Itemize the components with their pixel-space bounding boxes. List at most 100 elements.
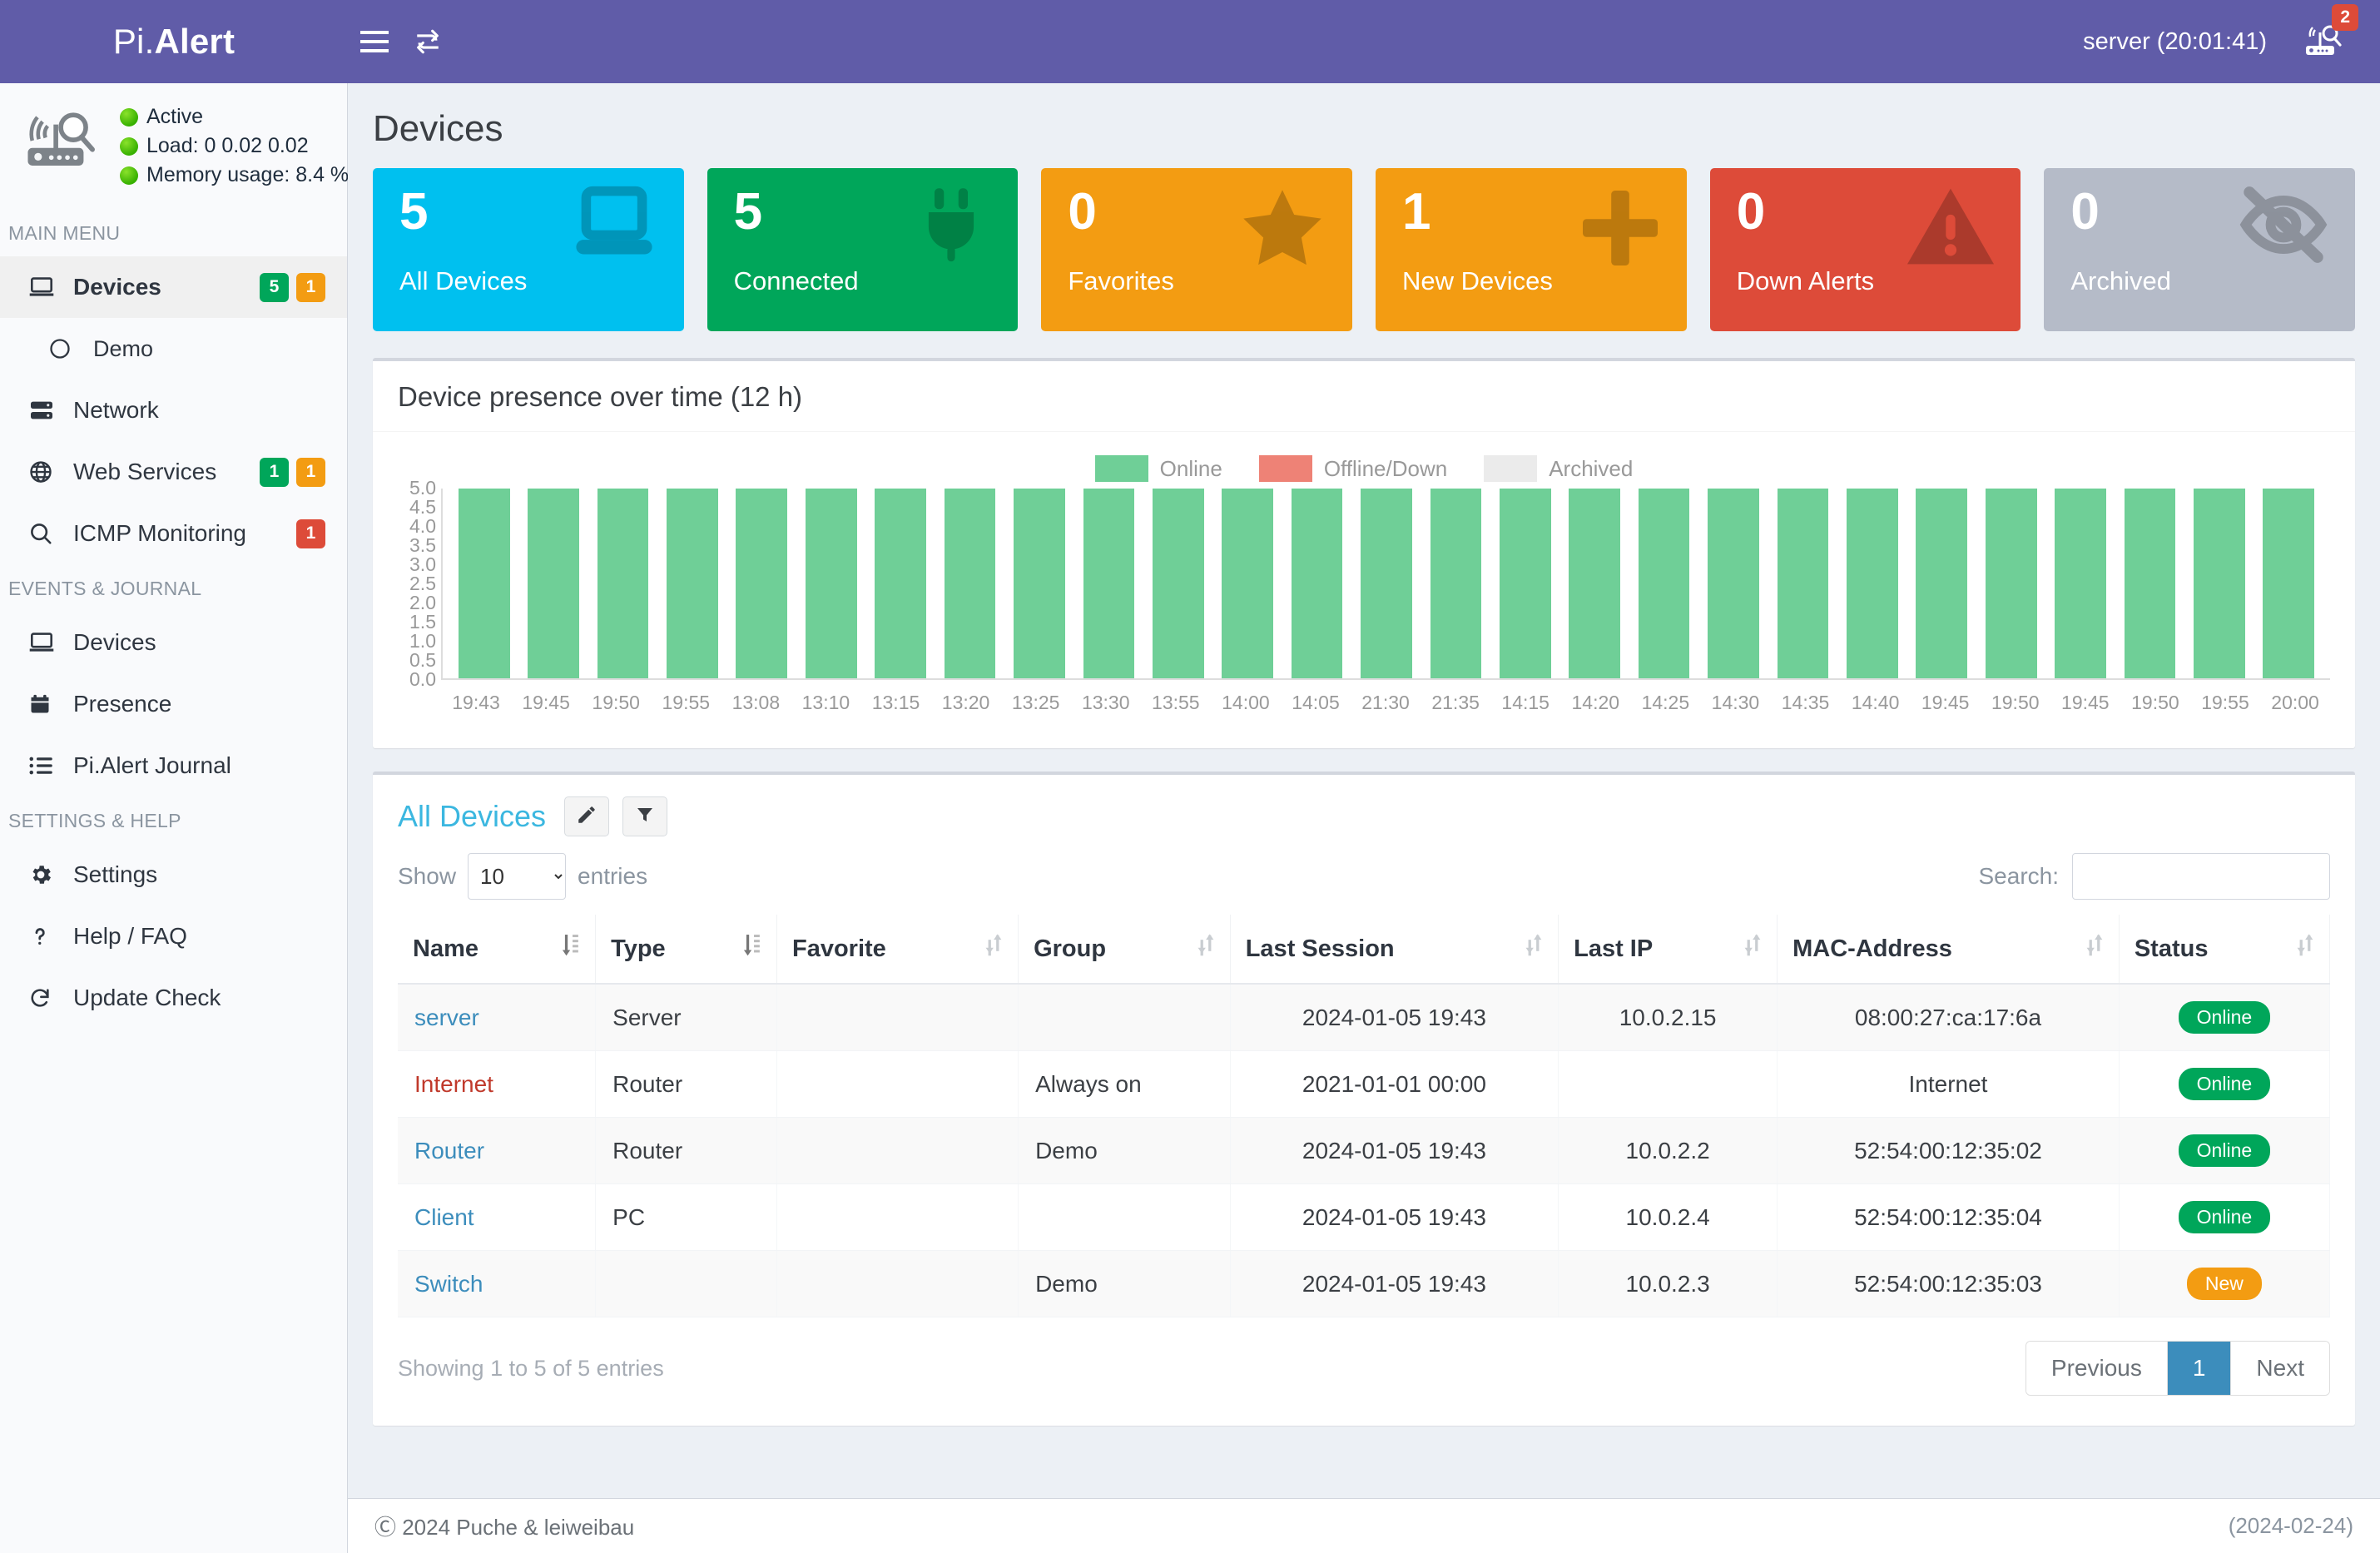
bar-column[interactable] [2045, 489, 2115, 678]
bar-column[interactable] [865, 489, 935, 678]
column-header-last-session[interactable]: Last Session [1230, 915, 1559, 985]
sidebar-item-devices[interactable]: Devices [0, 612, 347, 673]
bar-column[interactable] [1768, 489, 1837, 678]
bar-column[interactable] [588, 489, 657, 678]
column-header-name[interactable]: Name [398, 915, 597, 985]
bar-column[interactable] [796, 489, 865, 678]
sidebar-item-icmp-monitoring[interactable]: ICMP Monitoring 1 [0, 503, 347, 564]
bar-column[interactable] [1282, 489, 1351, 678]
table-row[interactable]: server Server 2024-01-05 19:43 10.0.2.15 08:… [398, 984, 2331, 1051]
stat-card-number: 0 [1736, 183, 1766, 241]
sidebar-item-settings[interactable]: Settings [0, 844, 347, 906]
column-header-last-ip[interactable]: Last IP [1558, 915, 1778, 985]
filter-button[interactable] [622, 796, 668, 836]
bar-column[interactable] [1351, 489, 1421, 678]
cell-mac-address: 52:54:00:12:35:04 [1777, 1183, 2120, 1251]
stat-card-connected[interactable]: 5 Connected [707, 168, 1019, 331]
router-scan-icon [2298, 25, 2343, 61]
bar-column[interactable] [1560, 489, 1629, 678]
device-link[interactable]: Switch [414, 1271, 483, 1297]
bar-column[interactable] [518, 489, 588, 678]
stat-card-label: All Devices [399, 266, 528, 295]
bar-column[interactable] [1004, 489, 1073, 678]
sidebar-item-badges: 11 [260, 457, 347, 487]
pagination-next[interactable]: Next [2231, 1342, 2329, 1395]
notifications-button[interactable]: 2 [2298, 3, 2380, 62]
column-header-status[interactable]: Status [2119, 915, 2331, 985]
x-tick-label: 19:45 [1921, 692, 1970, 713]
legend-item-online[interactable]: Online [1094, 455, 1222, 482]
cell-last-ip: 10.0.2.15 [1558, 984, 1778, 1051]
table-row[interactable]: Switch Demo 2024-01-05 19:43 10.0.2.3 52:54:… [398, 1250, 2331, 1317]
bar-column[interactable] [1421, 489, 1490, 678]
bar-column[interactable] [1629, 489, 1698, 678]
column-header-group[interactable]: Group [1018, 915, 1231, 985]
bar-online [1222, 489, 1274, 678]
sidebar-item-label: Update Check [73, 985, 221, 1010]
column-header-favorite[interactable]: Favorite [776, 915, 1019, 985]
bar-column[interactable] [1837, 489, 1906, 678]
column-header-label: Type [611, 935, 666, 962]
sidebar-item-network[interactable]: Network [0, 380, 347, 441]
stat-card-new-devices[interactable]: 1 New Devices [1376, 168, 1687, 331]
bar-column[interactable] [727, 489, 796, 678]
table-row[interactable]: Client PC 2024-01-05 19:43 10.0.2.4 52:54:00… [398, 1183, 2331, 1251]
legend-swatch [1484, 455, 1538, 482]
column-header-type[interactable]: Type [595, 915, 777, 985]
device-link[interactable]: server [414, 1005, 479, 1030]
stat-card-down-alerts[interactable]: 0 Down Alerts [1709, 168, 2021, 331]
column-header-mac-address[interactable]: MAC-Address [1777, 915, 2120, 985]
bar-column[interactable] [1074, 489, 1143, 678]
page-size-select[interactable]: 102550100 [468, 853, 567, 900]
cell-group: Demo [1018, 1250, 1231, 1317]
pagination-previous[interactable]: Previous [2025, 1342, 2168, 1395]
refresh-button[interactable] [401, 0, 454, 83]
legend-item-offline-down[interactable]: Offline/Down [1258, 455, 1447, 482]
sidebar-item-presence[interactable]: Presence [0, 673, 347, 735]
devices-table-head: Name Type Favorite Group Last Session Last IP… [398, 915, 2331, 985]
x-tick-label: 19:43 [452, 692, 500, 713]
bar-column[interactable] [2184, 489, 2254, 678]
sidebar-item-web-services[interactable]: Web Services 1 1 [0, 441, 347, 503]
column-header-label: Name [413, 935, 478, 962]
search-input[interactable] [2072, 853, 2330, 900]
bar-column[interactable] [1698, 489, 1768, 678]
bar-column[interactable] [1976, 489, 2045, 678]
bar-column[interactable] [2254, 489, 2323, 678]
stat-card-label: Favorites [1068, 266, 1174, 295]
table-row[interactable]: Internet Router Always on 2021-01-01 00:00 I… [398, 1050, 2331, 1118]
device-link[interactable]: Router [414, 1138, 484, 1164]
bar-column[interactable] [1907, 489, 1976, 678]
stat-card-archived[interactable]: 0 Archived [2044, 168, 2356, 331]
laptop-icon [28, 632, 73, 653]
y-tick-label: 4.0 [409, 515, 436, 538]
bar-column[interactable] [449, 489, 518, 678]
bar-column[interactable] [1143, 489, 1212, 678]
sidebar-item-help-faq[interactable]: Help / FAQ [0, 906, 347, 967]
bar-column[interactable] [1212, 489, 1282, 678]
stat-card-label: Archived [2070, 266, 2171, 295]
app-logo[interactable]: Pi.Alert [0, 0, 348, 83]
legend-item-archived[interactable]: Archived [1484, 455, 1633, 482]
sidebar-item-devices[interactable]: Devices 5 1 [0, 256, 347, 318]
status-text: Memory usage: 8.4 % [146, 163, 350, 186]
edit-columns-button[interactable] [564, 796, 610, 836]
device-link[interactable]: Internet [414, 1071, 493, 1097]
stat-card-favorites[interactable]: 0 Favorites [1041, 168, 1353, 331]
bar-column[interactable] [1490, 489, 1559, 678]
x-tick-label: 13:55 [1152, 692, 1200, 713]
device-link[interactable]: Client [414, 1204, 474, 1230]
entries-label: entries [578, 863, 648, 889]
bar-column[interactable] [935, 489, 1004, 678]
legend-label: Archived [1549, 455, 1634, 481]
bar-column[interactable] [657, 489, 726, 678]
sidebar-item-update-check[interactable]: Update Check [0, 967, 347, 1029]
sidebar-item-label: Pi.Alert Journal [73, 752, 231, 778]
pagination-page-1[interactable]: 1 [2167, 1342, 2232, 1395]
sidebar-toggle-button[interactable] [348, 0, 401, 83]
stat-card-all-devices[interactable]: 5 All Devices [373, 168, 684, 331]
sidebar-item-pi-alert-journal[interactable]: Pi.Alert Journal [0, 735, 347, 796]
table-row[interactable]: Router Router Demo 2024-01-05 19:43 10.0.2.2… [398, 1117, 2331, 1184]
bar-column[interactable] [2115, 489, 2184, 678]
sidebar-item-demo[interactable]: Demo [0, 318, 347, 380]
